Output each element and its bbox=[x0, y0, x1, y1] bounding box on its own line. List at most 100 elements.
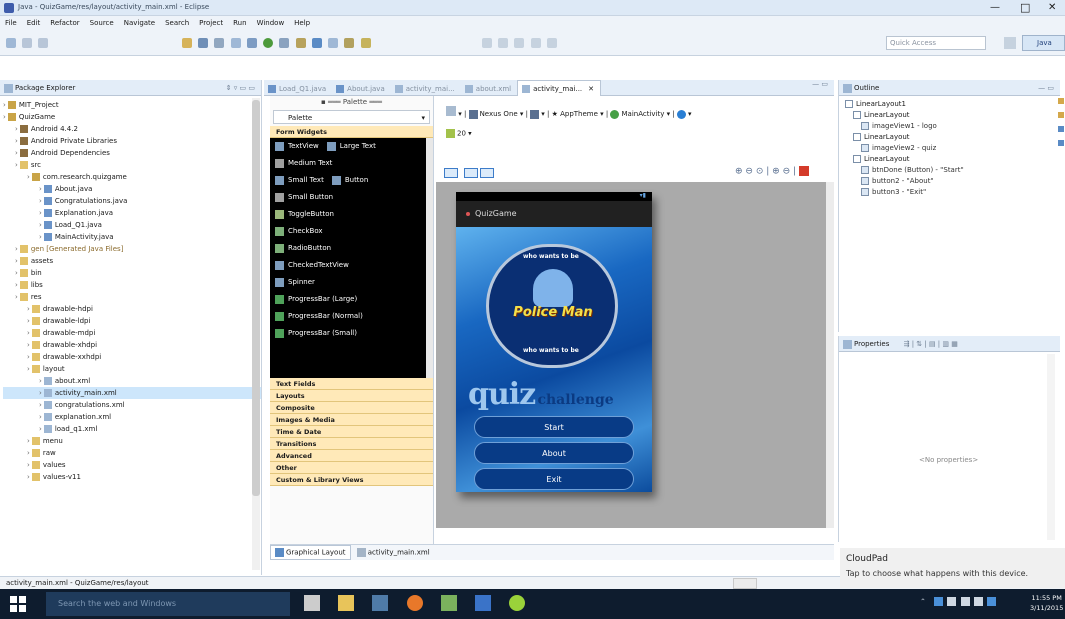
editor-tab[interactable]: Load_Q1.java bbox=[264, 81, 332, 97]
tray-chevron-icon[interactable]: ⌃ bbox=[920, 598, 926, 606]
menu-refactor[interactable]: Refactor bbox=[45, 16, 84, 30]
api-level-chooser[interactable]: 20 ▾ bbox=[446, 129, 472, 138]
menu-search[interactable]: Search bbox=[160, 16, 194, 30]
orientation-chooser[interactable]: ▾ bbox=[530, 109, 545, 119]
expand-toggle-icon[interactable]: › bbox=[27, 365, 30, 373]
tree-item[interactable]: › Android Dependencies bbox=[3, 147, 261, 159]
firefox-icon[interactable] bbox=[406, 595, 423, 611]
next-annotation-icon[interactable] bbox=[482, 38, 492, 48]
view-menu-icon[interactable]: ⇕ ▿ ▭ ▭ bbox=[226, 80, 255, 96]
outline-item[interactable]: btnDone (Button) - "Start" bbox=[845, 165, 1060, 176]
debug-icon[interactable] bbox=[246, 38, 257, 48]
external-tools-icon[interactable] bbox=[279, 38, 290, 48]
expand-toggle-icon[interactable]: › bbox=[27, 473, 30, 481]
locale-chooser[interactable]: ▾ bbox=[676, 109, 691, 119]
phone-button-about[interactable]: About bbox=[474, 442, 634, 464]
notepad-icon[interactable] bbox=[440, 595, 457, 611]
xml-source-tab[interactable]: activity_main.xml bbox=[353, 546, 434, 559]
taskbar-clock[interactable]: 11:55 PM 3/11/2015 bbox=[1030, 593, 1063, 613]
expand-toggle-icon[interactable]: › bbox=[39, 401, 42, 409]
palette-category[interactable]: Advanced bbox=[270, 450, 433, 462]
palette-category[interactable]: Transitions bbox=[270, 438, 433, 450]
graphical-layout-tab[interactable]: Graphical Layout bbox=[270, 545, 351, 560]
menu-navigate[interactable]: Navigate bbox=[119, 16, 160, 30]
expand-toggle-icon[interactable]: › bbox=[39, 233, 42, 241]
task-view-icon[interactable] bbox=[304, 595, 320, 611]
open-perspective-icon[interactable] bbox=[1004, 37, 1016, 49]
menu-edit[interactable]: Edit bbox=[22, 16, 46, 30]
palette-category-form-widgets[interactable]: Form Widgets bbox=[270, 126, 433, 138]
search-icon[interactable] bbox=[344, 38, 355, 48]
tree-item[interactable]: › explanation.xml bbox=[3, 411, 261, 423]
outline-minimize-icon[interactable]: — ▭ bbox=[1038, 80, 1054, 96]
forward-icon[interactable] bbox=[530, 38, 541, 48]
new-icon[interactable] bbox=[6, 38, 16, 48]
expand-toggle-icon[interactable]: › bbox=[27, 449, 30, 457]
palette-widget[interactable]: CheckedTextView bbox=[275, 260, 349, 270]
save-all-icon[interactable] bbox=[38, 38, 49, 48]
tree-item[interactable]: › values bbox=[3, 459, 261, 471]
palette-widget[interactable]: ProgressBar (Normal) bbox=[275, 311, 363, 321]
tree-item[interactable]: › congratulations.xml bbox=[3, 399, 261, 411]
tray-keyboard-icon[interactable] bbox=[973, 597, 983, 606]
palette-widget[interactable]: CheckBox bbox=[275, 226, 323, 236]
menu-run[interactable]: Run bbox=[228, 16, 251, 30]
expand-toggle-icon[interactable]: › bbox=[39, 377, 42, 385]
tree-item[interactable]: › drawable-mdpi bbox=[3, 327, 261, 339]
zoom-controls[interactable]: ⊕ ⊖ ⊙ | ⊕ ⊖ | bbox=[735, 166, 809, 177]
palette-category[interactable]: Composite bbox=[270, 402, 433, 414]
previous-annotation-icon[interactable] bbox=[498, 38, 509, 48]
editor-tab[interactable]: activity_mai... ✕ bbox=[517, 80, 602, 96]
network-tool-icon[interactable] bbox=[372, 595, 389, 611]
palette-dropdown[interactable]: Palette ▾ bbox=[273, 110, 430, 124]
expand-toggle-icon[interactable]: › bbox=[27, 317, 30, 325]
palette-category[interactable]: Time & Date bbox=[270, 426, 433, 438]
tree-item[interactable]: › drawable-hdpi bbox=[3, 303, 261, 315]
menu-window[interactable]: Window bbox=[252, 16, 290, 30]
run-icon[interactable] bbox=[263, 38, 274, 48]
palette-widget[interactable]: RadioButton bbox=[275, 243, 331, 253]
store-icon[interactable] bbox=[475, 595, 492, 611]
theme-chooser[interactable]: ★ AppTheme ▾ bbox=[552, 110, 604, 118]
expand-toggle-icon[interactable]: › bbox=[27, 437, 30, 445]
expand-toggle-icon[interactable]: › bbox=[15, 125, 18, 133]
expand-toggle-icon[interactable]: › bbox=[15, 161, 18, 169]
outline-item[interactable]: LinearLayout bbox=[845, 110, 1060, 121]
close-tab-icon[interactable]: ✕ bbox=[588, 85, 594, 93]
console-icon[interactable] bbox=[1058, 126, 1064, 132]
tray-battery-icon[interactable] bbox=[960, 597, 970, 606]
expand-toggle-icon[interactable]: › bbox=[27, 353, 30, 361]
menu-project[interactable]: Project bbox=[194, 16, 228, 30]
menu-source[interactable]: Source bbox=[85, 16, 119, 30]
back-icon[interactable] bbox=[514, 38, 525, 48]
palette-category[interactable]: Other bbox=[270, 462, 433, 474]
java-perspective-button[interactable]: Java bbox=[1022, 35, 1065, 51]
editor-tab[interactable]: about.xml bbox=[461, 81, 517, 97]
zoom-actual-icon[interactable]: ⊕ bbox=[772, 167, 780, 177]
cloudpad-notification[interactable]: CloudPad Tap to choose what happens with… bbox=[840, 548, 1065, 588]
expand-toggle-icon[interactable]: › bbox=[27, 329, 30, 337]
tree-item[interactable]: › Congratulations.java bbox=[3, 195, 261, 207]
tree-item[interactable]: › gen [Generated Java Files] bbox=[3, 243, 261, 255]
package-explorer-scrollbar[interactable] bbox=[252, 98, 260, 570]
config-chooser-icon[interactable] bbox=[446, 106, 456, 116]
palette-category[interactable]: Custom & Library Views bbox=[270, 474, 433, 486]
editor-tab[interactable]: About.java bbox=[332, 81, 391, 97]
expand-toggle-icon[interactable]: › bbox=[39, 389, 42, 397]
tree-item[interactable]: › bin bbox=[3, 267, 261, 279]
task-list-icon[interactable] bbox=[1058, 98, 1064, 104]
zoom-in-icon[interactable]: ⊕ bbox=[735, 167, 743, 177]
tree-item[interactable]: › load_q1.xml bbox=[3, 423, 261, 435]
new-java-class-icon[interactable] bbox=[311, 38, 322, 48]
properties-scrollbar[interactable] bbox=[1047, 354, 1055, 540]
new-java-package-icon[interactable] bbox=[295, 38, 306, 48]
android-app-icon[interactable] bbox=[509, 595, 526, 611]
tree-item[interactable]: › menu bbox=[3, 435, 261, 447]
layout-view-toggle[interactable] bbox=[444, 168, 495, 180]
tree-item[interactable]: › layout bbox=[3, 363, 261, 375]
palette-widget[interactable]: ProgressBar (Small) bbox=[275, 328, 357, 338]
palette-widget[interactable]: TextView bbox=[275, 141, 319, 151]
canvas-scrollbar[interactable] bbox=[826, 182, 834, 528]
taskbar-search-box[interactable]: Search the web and Windows bbox=[46, 592, 290, 616]
expand-toggle-icon[interactable]: › bbox=[39, 425, 42, 433]
